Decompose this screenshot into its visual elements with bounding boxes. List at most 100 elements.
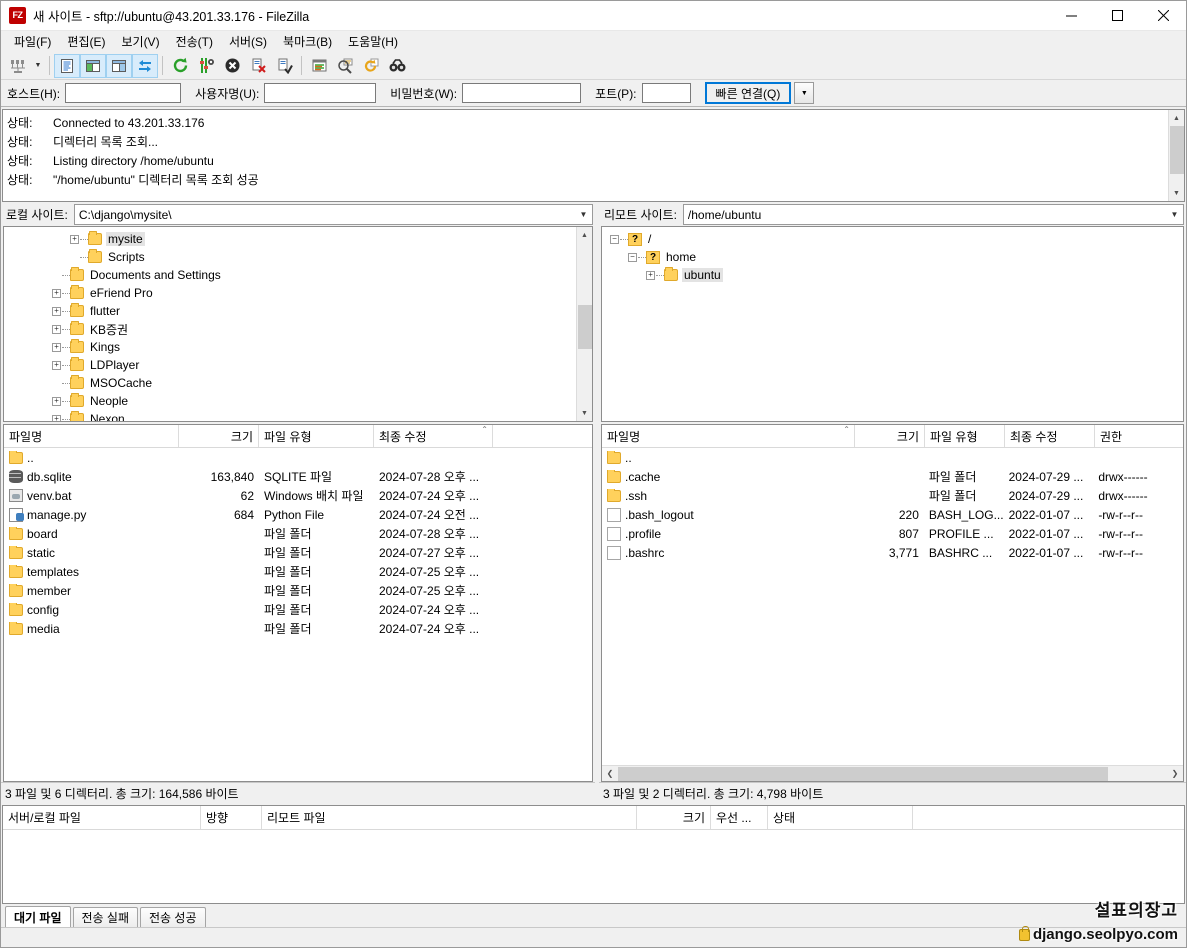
queue-column-remote-file[interactable]: 리모트 파일 [262,806,637,829]
column-header-name[interactable]: 파일명 ⌃ [602,425,855,447]
tree-item[interactable]: Documents and Settings [4,266,576,284]
table-row[interactable]: config 파일 폴더 2024-07-24 오후 ... [4,600,592,619]
message-log-scrollbar[interactable]: ▲ ▼ [1168,110,1184,201]
table-row[interactable]: .cache 파일 폴더 2024-07-29 ... drwx------ [602,467,1183,486]
table-row[interactable]: static 파일 폴더 2024-07-27 오후 ... [4,543,592,562]
remote-file-list[interactable]: 파일명 ⌃ 크기 파일 유형 최종 수정 권한 .. .cache 파일 폴더 … [601,424,1184,782]
tree-item[interactable]: + KB증권 [4,320,576,338]
scrollbar-thumb[interactable] [577,305,592,349]
process-queue-icon[interactable] [193,54,219,78]
expand-icon[interactable]: + [52,324,61,334]
toggle-transfer-queue-icon[interactable] [132,53,158,78]
table-row[interactable]: templates 파일 폴더 2024-07-25 오후 ... [4,562,592,581]
table-row[interactable]: board 파일 폴더 2024-07-28 오후 ... [4,524,592,543]
tree-item[interactable]: − / [602,230,1183,248]
table-row[interactable]: .bash_logout 220 BASH_LOG... 2022-01-07 … [602,505,1183,524]
local-tree-scrollbar[interactable]: ▲ ▼ [576,227,592,421]
chevron-down-icon[interactable]: ▼ [1166,210,1183,219]
expand-icon[interactable]: + [646,270,655,280]
column-header-type[interactable]: 파일 유형 [259,425,374,447]
reconnect-icon[interactable] [271,54,297,78]
scroll-down-icon[interactable]: ▼ [1169,185,1185,201]
table-row[interactable]: member 파일 폴더 2024-07-25 오후 ... [4,581,592,600]
menu-file[interactable]: 파일(F) [6,31,59,52]
menu-transfer[interactable]: 전송(T) [168,31,221,52]
toggle-message-log-icon[interactable] [54,53,80,78]
scrollbar-thumb[interactable] [1169,126,1184,174]
column-header-name[interactable]: 파일명 [4,425,179,447]
search-icon[interactable] [384,54,410,78]
synchronized-browsing-icon[interactable] [358,54,384,78]
expand-icon[interactable]: + [52,342,61,352]
tab-failed-transfers[interactable]: 전송 실패 [72,907,138,927]
scroll-up-icon[interactable]: ▲ [577,227,593,243]
menu-server[interactable]: 서버(S) [221,31,275,52]
menu-view[interactable]: 보기(V) [113,31,167,52]
local-file-list[interactable]: 파일명 크기 파일 유형 최종 수정 ⌃ .. db.sqlite 163,84… [3,424,593,782]
toggle-remote-tree-icon[interactable] [106,53,132,78]
expand-icon[interactable]: + [52,288,61,298]
column-header-modified[interactable]: 최종 수정 ⌃ [374,425,493,447]
table-row[interactable]: .. [4,448,592,467]
remote-path-combo[interactable]: /home/ubuntu ▼ [682,204,1184,225]
minimize-button[interactable] [1048,1,1094,31]
scrollbar-track[interactable] [618,766,1167,782]
remote-list-hscrollbar[interactable]: ❮ ❯ [602,765,1183,781]
tree-item[interactable]: + ubuntu [602,266,1183,284]
table-row[interactable]: db.sqlite 163,840 SQLITE 파일 2024-07-28 오… [4,467,592,486]
host-input[interactable] [65,83,182,103]
collapse-icon[interactable]: − [610,234,619,244]
cancel-icon[interactable] [219,54,245,78]
expand-icon[interactable]: + [52,360,61,370]
queue-column-server-local-file[interactable]: 서버/로컬 파일 [3,806,201,829]
toggle-local-tree-icon[interactable] [80,53,106,78]
scrollbar-thumb[interactable] [618,766,1108,781]
remote-directory-tree[interactable]: − / − home + ubuntu [601,226,1184,422]
table-row[interactable]: .. [602,448,1183,467]
tree-item[interactable]: + Neople [4,392,576,410]
column-header-permissions[interactable]: 권한 [1095,425,1183,447]
column-header-size[interactable]: 크기 [179,425,259,447]
tree-item[interactable]: + mysite [4,230,576,248]
site-manager-dropdown-icon[interactable]: ▼ [31,54,45,78]
filter-icon[interactable] [306,54,332,78]
compare-directories-icon[interactable] [332,54,358,78]
menu-help[interactable]: 도움말(H) [340,31,406,52]
chevron-down-icon[interactable]: ▼ [794,82,815,104]
site-manager-icon[interactable] [5,54,31,78]
menu-edit[interactable]: 편집(E) [59,31,113,52]
refresh-icon[interactable] [167,54,193,78]
expand-icon[interactable]: + [52,414,61,421]
queue-column-status[interactable]: 상태 [768,806,913,829]
close-button[interactable] [1140,1,1186,31]
collapse-icon[interactable]: − [628,252,637,262]
table-row[interactable]: media 파일 폴더 2024-07-24 오후 ... [4,619,592,638]
scroll-right-icon[interactable]: ❯ [1167,766,1183,782]
column-header-filler[interactable] [493,425,592,447]
tree-item[interactable]: Scripts [4,248,576,266]
disconnect-icon[interactable] [245,54,271,78]
username-input[interactable] [264,83,377,103]
table-row[interactable]: venv.bat 62 Windows 배치 파일 2024-07-24 오후 … [4,486,592,505]
local-path-combo[interactable]: C:\django\mysite\ ▼ [73,204,593,225]
expand-icon[interactable]: + [52,396,61,406]
scroll-left-icon[interactable]: ❮ [602,766,618,782]
port-input[interactable] [641,83,691,103]
chevron-down-icon[interactable]: ▼ [575,210,592,219]
queue-column-priority[interactable]: 우선 ... [711,806,768,829]
scrollbar-track[interactable] [577,243,593,405]
tab-successful-transfers[interactable]: 전송 성공 [140,907,206,927]
table-row[interactable]: .bashrc 3,771 BASHRC ... 2022-01-07 ... … [602,543,1183,562]
queue-column-direction[interactable]: 방향 [201,806,262,829]
scroll-down-icon[interactable]: ▼ [577,405,593,421]
expand-icon[interactable]: + [70,234,79,244]
expand-icon[interactable]: + [52,306,61,316]
tree-item[interactable]: + eFriend Pro [4,284,576,302]
column-header-modified[interactable]: 최종 수정 [1005,425,1095,447]
queue-column-size[interactable]: 크기 [637,806,711,829]
column-header-size[interactable]: 크기 [855,425,925,447]
quick-connect-button[interactable]: 빠른 연결(Q) [704,82,792,104]
local-directory-tree[interactable]: + mysite Scripts Documents and Settings [3,226,593,422]
scroll-up-icon[interactable]: ▲ [1169,110,1185,126]
table-row[interactable]: .ssh 파일 폴더 2024-07-29 ... drwx------ [602,486,1183,505]
